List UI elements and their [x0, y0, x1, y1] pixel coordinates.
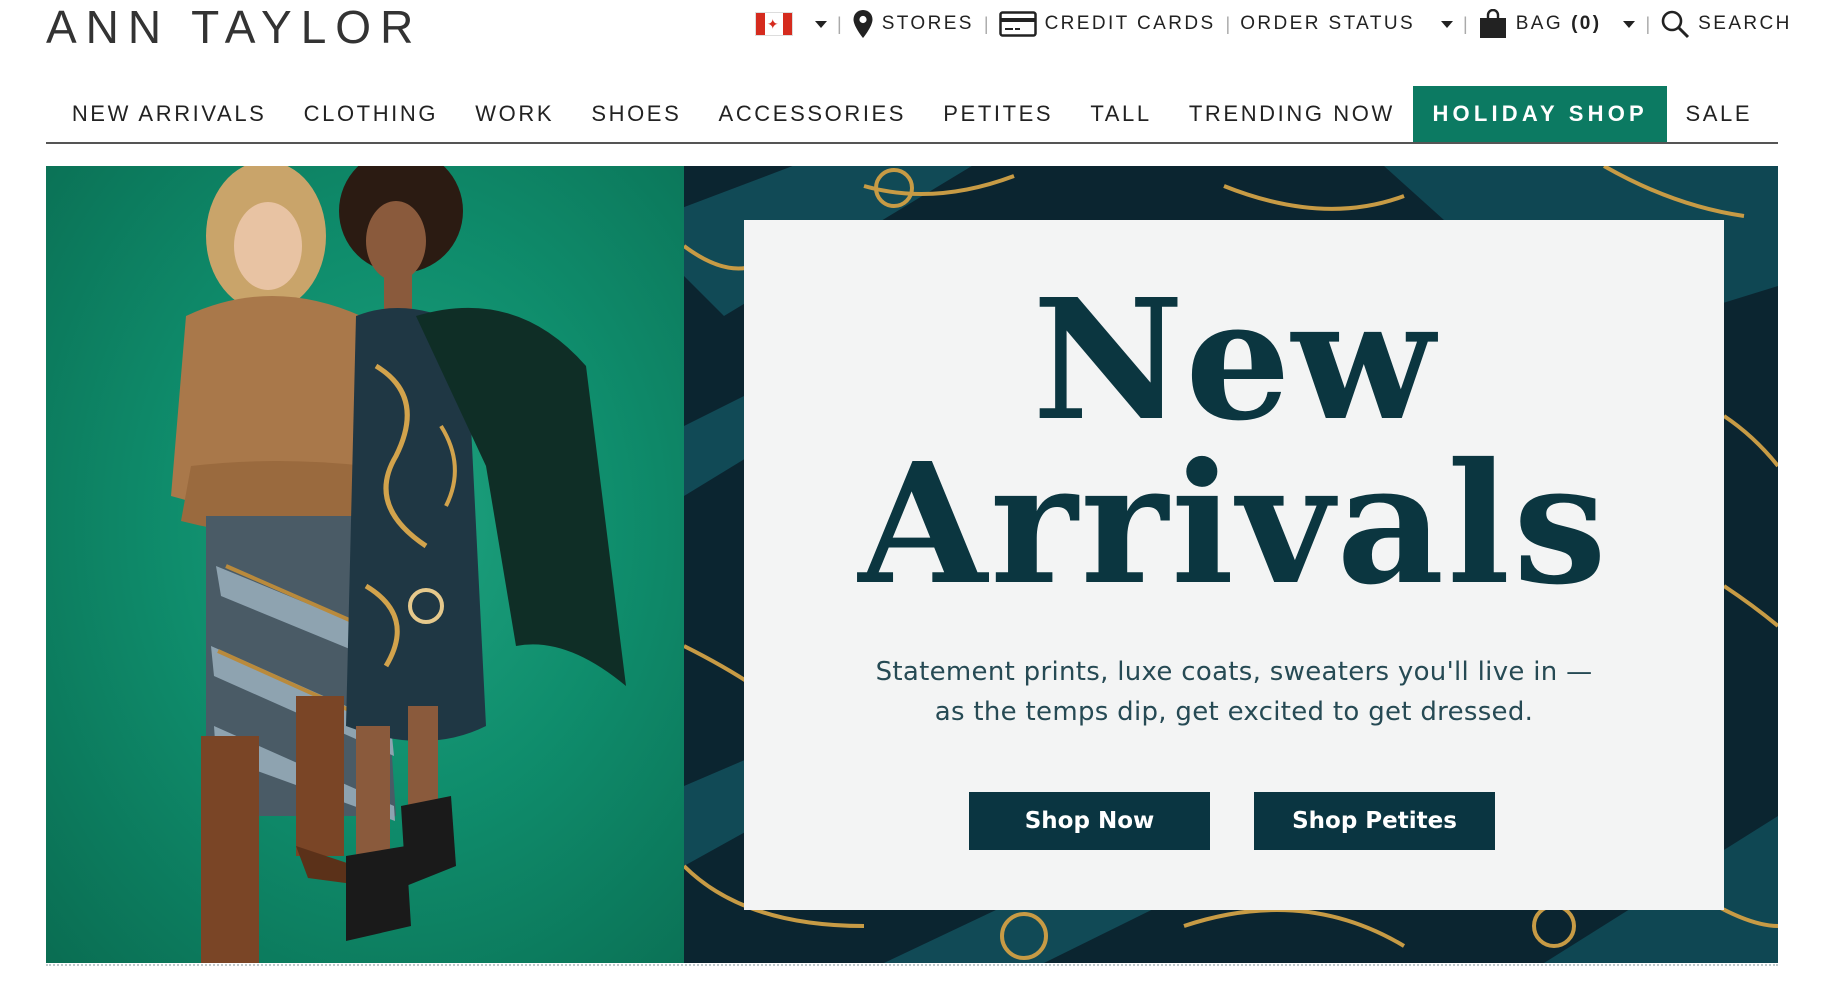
shop-petites-button[interactable]: Shop Petites [1254, 792, 1495, 850]
credit-cards-label: CREDIT CARDS [1044, 13, 1216, 34]
nav-item-shoes[interactable]: SHOES [573, 86, 700, 142]
models-illustration [171, 166, 626, 963]
promo-panel: New Arrivals Statement prints, luxe coat… [684, 166, 1778, 963]
search-icon [1661, 10, 1690, 39]
hero-subtext-line1: Statement prints, luxe coats, sweaters y… [875, 657, 1593, 687]
order-status-link[interactable]: ORDER STATUS [1240, 13, 1454, 35]
nav-item-new-arrivals[interactable]: NEW ARRIVALS [53, 86, 285, 142]
shop-now-button[interactable]: Shop Now [969, 792, 1210, 850]
chevron-down-icon [1441, 20, 1454, 28]
country-selector[interactable]: ✦ [755, 12, 827, 36]
bag-count: (0) [1571, 13, 1602, 34]
nav-item-petites[interactable]: PETITES [925, 86, 1072, 142]
nav-item-accessories[interactable]: ACCESSORIES [700, 86, 925, 142]
bag-link[interactable]: BAG (0) [1478, 9, 1636, 39]
section-divider [46, 964, 1778, 966]
divider: | [837, 13, 842, 34]
nav-item-sale[interactable]: SALE [1667, 86, 1771, 142]
utility-nav: ✦ | STORES | CREDIT CARDS | ORDER STATUS… [755, 4, 1792, 44]
stores-link[interactable]: STORES [852, 9, 974, 39]
canada-flag-icon: ✦ [755, 12, 793, 36]
nav-item-clothing[interactable]: CLOTHING [285, 86, 457, 142]
divider: | [1225, 13, 1231, 34]
credit-cards-link[interactable]: CREDIT CARDS [998, 11, 1216, 37]
chevron-down-icon [815, 20, 827, 28]
hero-headline-line1: New [1032, 263, 1436, 458]
hero-headline-line2: Arrivals [858, 427, 1610, 622]
bag-label: BAG [1515, 13, 1564, 34]
stores-label: STORES [881, 13, 974, 34]
nav-item-work[interactable]: WORK [457, 86, 573, 142]
hero-banner[interactable]: New Arrivals Statement prints, luxe coat… [46, 166, 1778, 963]
divider: | [983, 13, 989, 34]
order-status-label: ORDER STATUS [1240, 13, 1416, 34]
divider: | [1463, 13, 1468, 34]
nav-item-holiday-shop[interactable]: HOLIDAY SHOP [1413, 86, 1667, 142]
hero-subtext: Statement prints, luxe coats, sweaters y… [744, 652, 1724, 732]
chevron-down-icon [1623, 20, 1636, 28]
search-button[interactable]: SEARCH [1660, 9, 1792, 39]
search-label: SEARCH [1698, 13, 1792, 34]
shopping-bag-icon [1479, 9, 1506, 38]
map-pin-icon [853, 10, 873, 38]
brand-logo[interactable]: ANN TAYLOR [46, 2, 422, 52]
promo-card: New Arrivals Statement prints, luxe coat… [744, 220, 1724, 910]
divider: | [1645, 13, 1651, 34]
hero-model-photo[interactable] [46, 166, 684, 963]
main-nav: NEW ARRIVALS CLOTHING WORK SHOES ACCESSO… [46, 86, 1778, 144]
credit-card-icon [998, 11, 1037, 37]
hero-subtext-line2: as the temps dip, get excited to get dre… [934, 697, 1534, 727]
nav-item-trending-now[interactable]: TRENDING NOW [1170, 86, 1413, 142]
nav-item-tall[interactable]: TALL [1072, 86, 1171, 142]
